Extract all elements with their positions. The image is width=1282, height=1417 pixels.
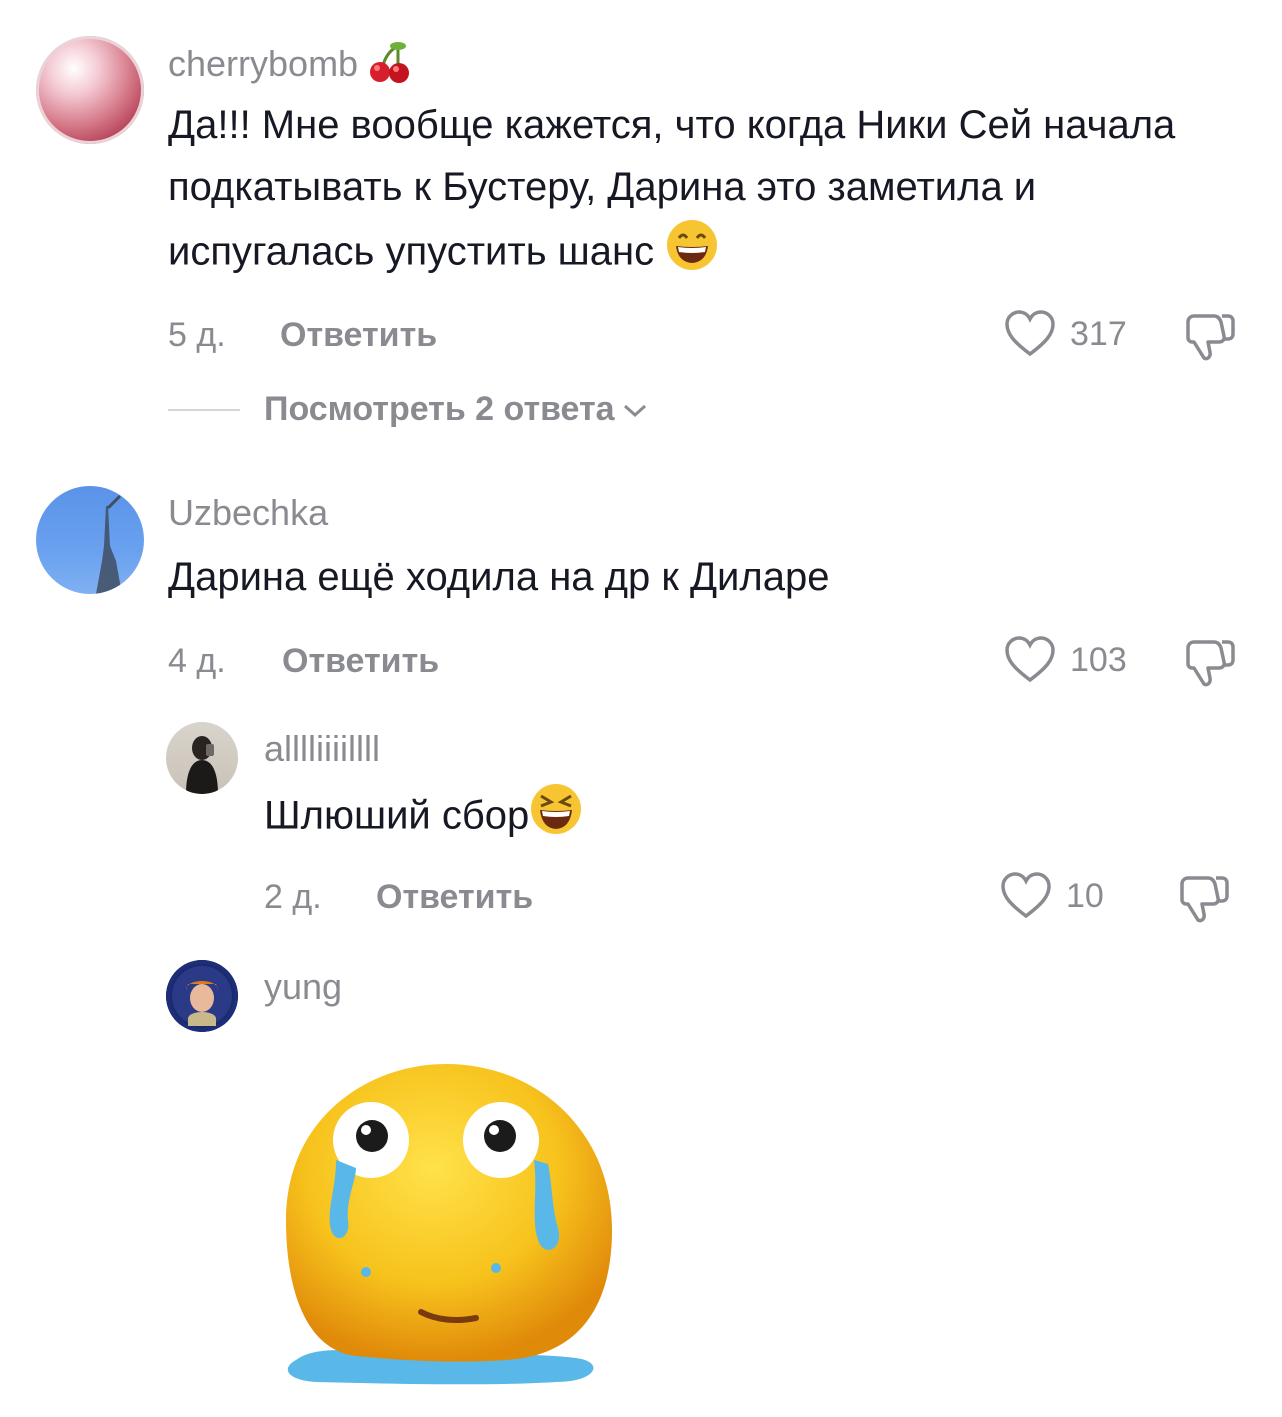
laughing-squinting-face-icon xyxy=(529,782,583,854)
dislike-button[interactable] xyxy=(1184,312,1236,367)
like-button[interactable]: 10 xyxy=(1000,872,1104,920)
view-replies-button[interactable]: Посмотреть 2 ответа xyxy=(168,390,649,429)
like-count: 317 xyxy=(1070,314,1127,353)
avatar[interactable] xyxy=(166,722,238,794)
like-count: 103 xyxy=(1070,640,1127,679)
username[interactable]: Uzbechka xyxy=(168,492,328,534)
crying-melting-face-sticker xyxy=(276,1060,616,1390)
chevron-down-icon xyxy=(623,404,646,417)
comment-age: 4 д. xyxy=(168,642,226,680)
reply-button[interactable]: Ответить xyxy=(376,878,533,917)
person-icon xyxy=(186,736,218,794)
like-button[interactable]: 103 xyxy=(1004,636,1127,684)
thumbs-down-icon xyxy=(1180,876,1229,923)
avatar[interactable] xyxy=(166,960,238,1032)
like-button[interactable]: 317 xyxy=(1004,310,1127,358)
thumbs-down-icon xyxy=(1186,314,1235,361)
comment-text: Да!!! Мне вообще кажется, что когда Ники… xyxy=(168,94,1248,290)
heart-icon xyxy=(1005,636,1055,683)
avatar[interactable] xyxy=(36,486,144,594)
avatar[interactable] xyxy=(36,36,144,144)
heart-icon xyxy=(1001,872,1051,919)
view-replies-label: Посмотреть 2 ответа xyxy=(264,390,615,428)
reply-button[interactable]: Ответить xyxy=(282,642,439,681)
username[interactable]: cherrybomb xyxy=(168,40,412,93)
person-icon xyxy=(172,966,232,1026)
dislike-button[interactable] xyxy=(1184,638,1236,693)
comment-age: 2 д. xyxy=(264,878,322,916)
cherries-icon xyxy=(368,40,412,93)
thumbs-down-icon xyxy=(1186,640,1235,687)
username[interactable]: yung xyxy=(264,966,342,1008)
heart-icon xyxy=(1005,310,1055,357)
statue-icon xyxy=(96,494,122,594)
comment-text: Дарина ещё ходила на др к Диларе xyxy=(168,555,830,599)
dislike-button[interactable] xyxy=(1178,874,1230,929)
grinning-face-icon xyxy=(665,218,719,290)
username[interactable]: alllliiiillll xyxy=(264,728,380,770)
comment-text: Шлюший сбор xyxy=(264,782,583,854)
comment-age: 5 д. xyxy=(168,316,226,354)
divider xyxy=(168,408,240,411)
reply-button[interactable]: Ответить xyxy=(280,316,437,355)
like-count: 10 xyxy=(1066,876,1104,915)
